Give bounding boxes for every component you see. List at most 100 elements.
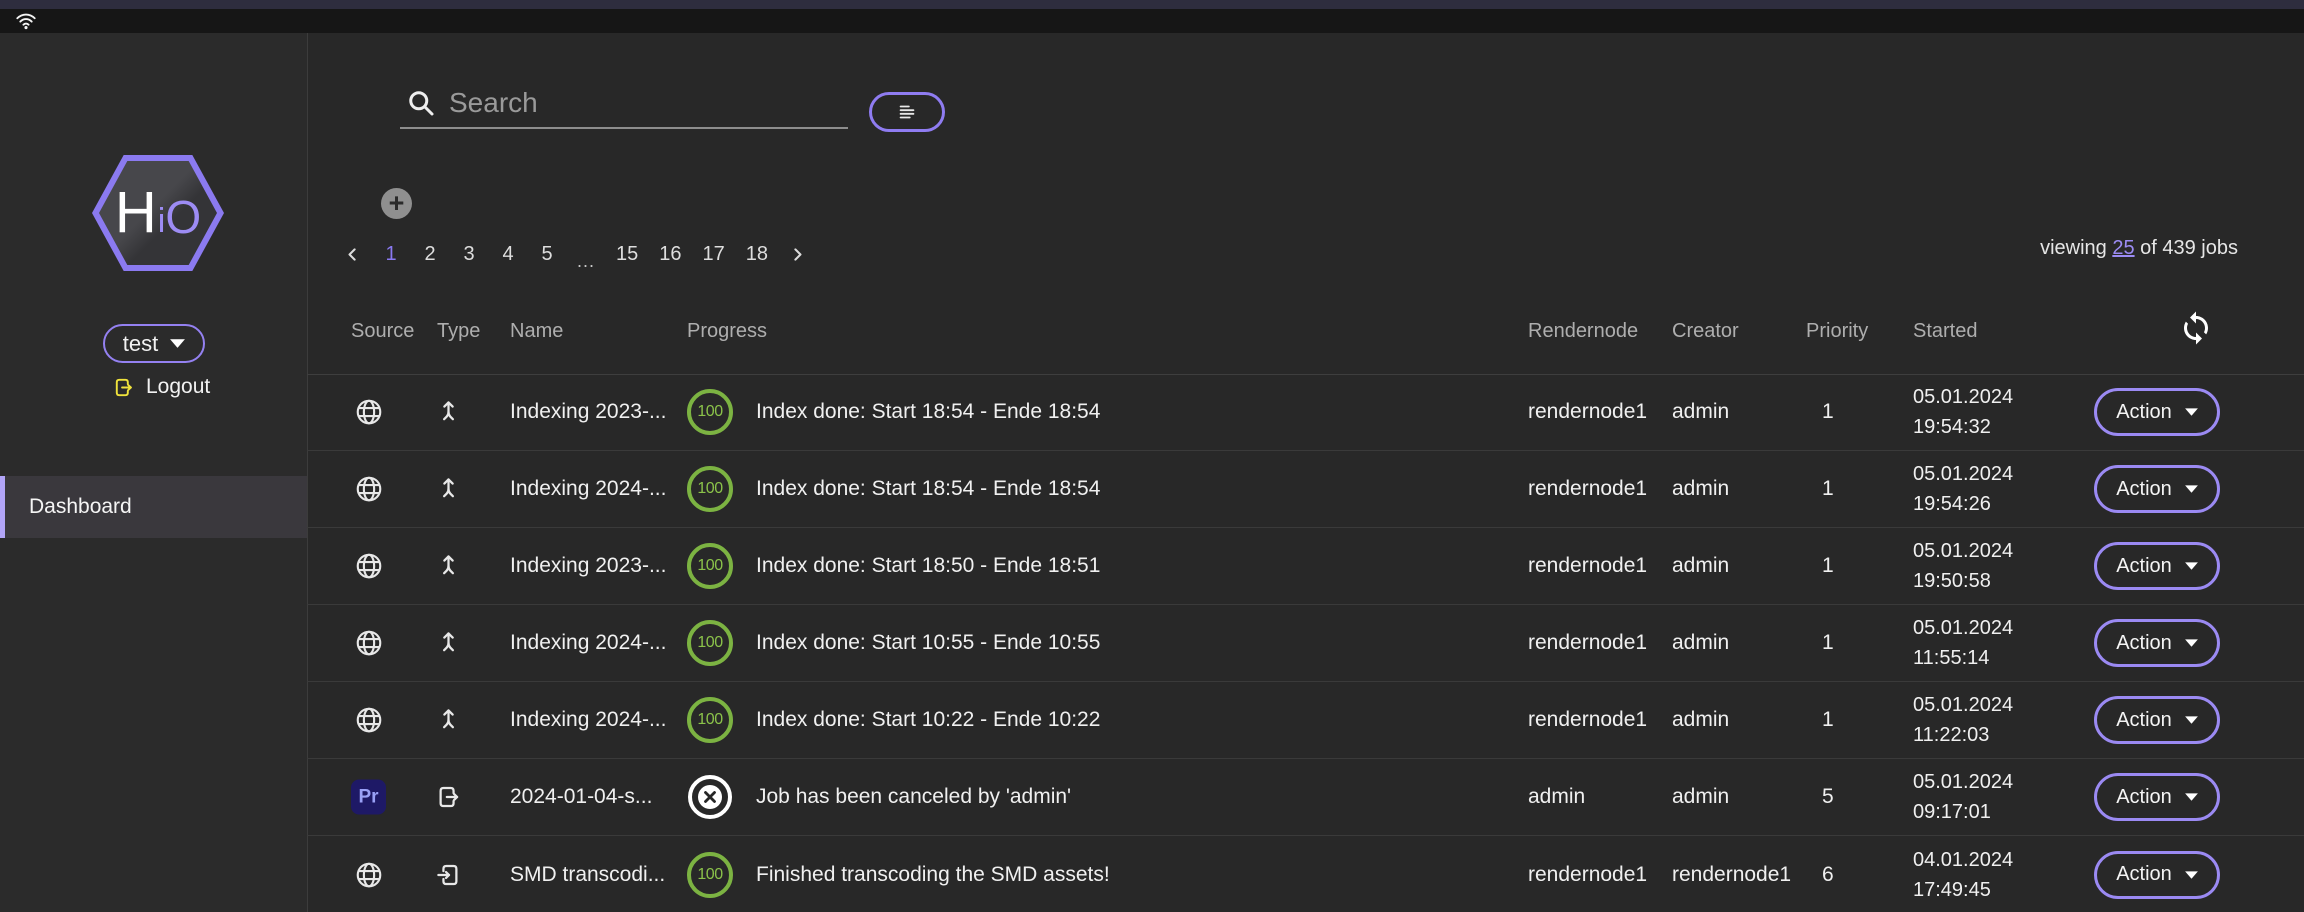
- action-button[interactable]: Action: [2094, 773, 2220, 821]
- job-creator: admin: [1672, 400, 1729, 424]
- page-button[interactable]: 1: [382, 243, 400, 266]
- progress-badge: 100: [687, 620, 733, 666]
- page-button[interactable]: 15: [616, 243, 638, 266]
- column-header-priority: Priority: [1806, 320, 1868, 343]
- action-button[interactable]: Action: [2094, 619, 2220, 667]
- page-button[interactable]: 16: [659, 243, 681, 266]
- job-creator: admin: [1672, 708, 1729, 732]
- job-priority: 1: [1822, 477, 1834, 501]
- progress-badge: 100: [687, 697, 733, 743]
- job-started: 05.01.202419:54:26: [1913, 459, 2013, 519]
- job-priority: 1: [1822, 554, 1834, 578]
- jobs-per-page-link[interactable]: 25: [2112, 237, 2134, 259]
- search-icon: [406, 88, 436, 118]
- search-input[interactable]: [447, 82, 841, 124]
- search-underline: [400, 127, 848, 129]
- job-rendernode: rendernode1: [1528, 708, 1647, 732]
- app-logo-inner: HiO: [99, 161, 217, 265]
- page-button[interactable]: 2: [421, 243, 439, 266]
- action-button[interactable]: Action: [2094, 851, 2220, 899]
- import-icon: [435, 861, 462, 888]
- page-button[interactable]: 5: [538, 243, 556, 266]
- page-button[interactable]: 3: [460, 243, 478, 266]
- app-logo: HiO: [92, 155, 224, 271]
- merge-icon: [435, 553, 462, 580]
- job-priority: 5: [1822, 785, 1834, 809]
- job-status: Job has been canceled by 'admin': [756, 785, 1071, 809]
- jobs-summary-suffix: of 439 jobs: [2135, 237, 2238, 259]
- column-header-creator: Creator: [1672, 320, 1739, 343]
- chevron-down-icon: [2185, 793, 2198, 801]
- page-button[interactable]: 4: [499, 243, 517, 266]
- job-rendernode: admin: [1528, 785, 1585, 809]
- prev-page-icon[interactable]: [344, 246, 361, 263]
- merge-icon: [435, 476, 462, 503]
- logo-letter-o: O: [165, 194, 201, 240]
- action-button[interactable]: Action: [2094, 542, 2220, 590]
- job-name: Indexing 2023-...: [510, 554, 666, 578]
- next-page-icon[interactable]: [789, 246, 806, 263]
- dashboard-page: HiO test Logout Dashboard + 1: [0, 0, 2304, 912]
- job-name: SMD transcodi...: [510, 863, 665, 887]
- chevron-down-icon: [2185, 562, 2198, 570]
- job-rendernode: rendernode1: [1528, 477, 1647, 501]
- canceled-icon: [686, 773, 734, 821]
- table-row: Indexing 2023-... 100 Index done: Start …: [307, 528, 2304, 605]
- chevron-down-icon: [2185, 716, 2198, 724]
- jobs-summary-prefix: viewing: [2040, 237, 2112, 259]
- sidebar-item-label: Dashboard: [29, 495, 132, 519]
- refresh-icon[interactable]: [2178, 310, 2214, 346]
- job-status: Index done: Start 18:54 - Ende 18:54: [756, 400, 1100, 424]
- globe-icon: [354, 551, 384, 581]
- job-rendernode: rendernode1: [1528, 554, 1647, 578]
- progress-badge: 100: [687, 852, 733, 898]
- chevron-down-icon: [2185, 485, 2198, 493]
- job-started: 05.01.202411:22:03: [1913, 690, 2013, 750]
- add-job-button[interactable]: +: [381, 188, 412, 219]
- column-header-type: Type: [437, 320, 480, 343]
- job-name: Indexing 2024-...: [510, 477, 666, 501]
- job-started: 05.01.202419:54:32: [1913, 382, 2013, 442]
- merge-icon: [435, 630, 462, 657]
- column-header-rendernode: Rendernode: [1528, 320, 1638, 343]
- globe-icon: [354, 628, 384, 658]
- logo-letter-h: H: [115, 184, 157, 242]
- chevron-down-icon: [170, 339, 185, 348]
- column-header-progress: Progress: [687, 320, 767, 343]
- logout-icon: [112, 376, 135, 399]
- job-priority: 1: [1822, 631, 1834, 655]
- job-status: Finished transcoding the SMD assets!: [756, 863, 1110, 887]
- job-priority: 1: [1822, 708, 1834, 732]
- table-row: Indexing 2023-... 100 Index done: Start …: [307, 374, 2304, 451]
- logo-letter-i: i: [158, 204, 166, 238]
- page-button[interactable]: 17: [703, 243, 725, 266]
- top-status-bar: [0, 9, 2304, 33]
- column-header-name: Name: [510, 320, 563, 343]
- window-top-strip: [0, 0, 2304, 9]
- pagination: 1 2 3 4 5 ... 15 16 17 18: [344, 243, 806, 266]
- table-row: Indexing 2024-... 100 Index done: Start …: [307, 451, 2304, 528]
- chevron-down-icon: [2185, 408, 2198, 416]
- action-button[interactable]: Action: [2094, 388, 2220, 436]
- sidebar-item-dashboard[interactable]: Dashboard: [0, 476, 307, 538]
- merge-icon: [435, 399, 462, 426]
- job-started: 04.01.202417:49:45: [1913, 845, 2013, 905]
- filter-button[interactable]: [869, 92, 945, 132]
- chevron-down-icon: [2185, 639, 2198, 647]
- merge-icon: [435, 707, 462, 734]
- job-rendernode: rendernode1: [1528, 631, 1647, 655]
- action-button[interactable]: Action: [2094, 696, 2220, 744]
- account-dropdown[interactable]: test: [103, 324, 205, 363]
- logout-button[interactable]: Logout: [112, 375, 210, 399]
- job-priority: 6: [1822, 863, 1834, 887]
- job-priority: 1: [1822, 400, 1834, 424]
- job-name: Indexing 2023-...: [510, 400, 666, 424]
- job-creator: admin: [1672, 477, 1729, 501]
- page-button[interactable]: 18: [746, 243, 768, 266]
- action-button[interactable]: Action: [2094, 465, 2220, 513]
- progress-badge: 100: [687, 543, 733, 589]
- table-row: Indexing 2024-... 100 Index done: Start …: [307, 605, 2304, 682]
- globe-icon: [354, 860, 384, 890]
- job-status: Index done: Start 18:50 - Ende 18:51: [756, 554, 1100, 578]
- job-creator: admin: [1672, 554, 1729, 578]
